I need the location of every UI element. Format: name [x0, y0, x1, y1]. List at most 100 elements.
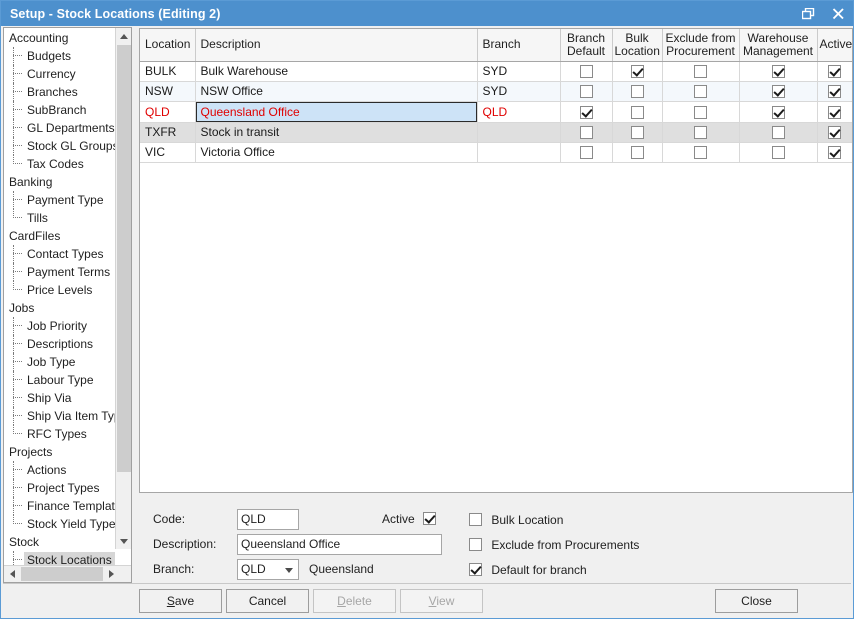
cell-description[interactable]: Queensland Office: [195, 101, 477, 122]
exclude-from-procurement-checkbox[interactable]: [694, 126, 707, 139]
sidebar-item-subbranch[interactable]: SubBranch: [4, 101, 115, 119]
sidebar-item-currency[interactable]: Currency: [4, 65, 115, 83]
cell-warehouse-management[interactable]: [739, 101, 817, 122]
cell-active[interactable]: [817, 81, 852, 101]
sidebar-horizontal-scroll-thumb[interactable]: [21, 567, 103, 581]
column-header-branch-default[interactable]: Branch Default: [560, 29, 612, 61]
sidebar-item-ship-via-item-types[interactable]: Ship Via Item Types: [4, 407, 115, 425]
setup-tree[interactable]: AccountingBudgetsCurrencyBranchesSubBran…: [4, 28, 115, 566]
cell-active[interactable]: [817, 101, 852, 122]
cell-branch[interactable]: QLD: [477, 101, 560, 122]
cell-bulk-location[interactable]: [612, 142, 662, 162]
sidebar-item-accounting[interactable]: Accounting: [4, 29, 115, 47]
cell-exclude-from-procurement[interactable]: [662, 61, 739, 81]
table-row[interactable]: BULKBulk WarehouseSYD: [140, 61, 852, 81]
cell-active[interactable]: [817, 142, 852, 162]
sidebar-vertical-scrollbar[interactable]: [115, 28, 131, 549]
exclude-from-procurements-checkbox-row[interactable]: Exclude from Procurements: [469, 536, 639, 553]
cell-description[interactable]: Victoria Office: [195, 142, 477, 162]
sidebar-item-project-types[interactable]: Project Types: [4, 479, 115, 497]
warehouse-management-checkbox[interactable]: [772, 65, 785, 78]
column-header-description[interactable]: Description: [195, 29, 477, 61]
active-checkbox[interactable]: [423, 512, 436, 525]
sidebar-item-finance-templates[interactable]: Finance Templates: [4, 497, 115, 515]
sidebar-item-rfc-types[interactable]: RFC Types: [4, 425, 115, 443]
close-icon[interactable]: [823, 1, 853, 26]
sidebar-item-projects[interactable]: Projects: [4, 443, 115, 461]
table-row[interactable]: NSWNSW OfficeSYD: [140, 81, 852, 101]
cell-exclude-from-procurement[interactable]: [662, 81, 739, 101]
sidebar-item-contact-types[interactable]: Contact Types: [4, 245, 115, 263]
cell-branch[interactable]: SYD: [477, 61, 560, 81]
warehouse-management-checkbox[interactable]: [772, 106, 785, 119]
cell-warehouse-management[interactable]: [739, 142, 817, 162]
cell-branch-default[interactable]: [560, 142, 612, 162]
exclude-from-procurement-checkbox[interactable]: [694, 106, 707, 119]
sidebar-item-banking[interactable]: Banking: [4, 173, 115, 191]
bulk-location-checkbox-row[interactable]: Bulk Location: [469, 511, 563, 528]
cell-branch[interactable]: [477, 142, 560, 162]
stock-locations-grid[interactable]: Location Description Branch Branch Defau…: [139, 28, 853, 493]
active-checkbox[interactable]: [828, 106, 841, 119]
sidebar-item-payment-terms[interactable]: Payment Terms: [4, 263, 115, 281]
cell-warehouse-management[interactable]: [739, 122, 817, 142]
scroll-left-arrow-icon[interactable]: [4, 566, 20, 582]
default-for-branch-checkbox-row[interactable]: Default for branch: [469, 561, 587, 578]
bulk-location-checkbox[interactable]: [631, 106, 644, 119]
sidebar-item-labour-type[interactable]: Labour Type: [4, 371, 115, 389]
cancel-button[interactable]: Cancel: [226, 589, 309, 613]
cell-bulk-location[interactable]: [612, 122, 662, 142]
cell-branch-default[interactable]: [560, 101, 612, 122]
sidebar-item-stock[interactable]: Stock: [4, 533, 115, 551]
cell-description[interactable]: Stock in transit: [195, 122, 477, 142]
column-header-active[interactable]: Active: [817, 29, 852, 61]
cell-exclude-from-procurement[interactable]: [662, 142, 739, 162]
column-header-location[interactable]: Location: [140, 29, 195, 61]
active-checkbox[interactable]: [828, 146, 841, 159]
sidebar-item-tills[interactable]: Tills: [4, 209, 115, 227]
sidebar-item-tax-codes[interactable]: Tax Codes: [4, 155, 115, 173]
sidebar-item-job-type[interactable]: Job Type: [4, 353, 115, 371]
bulk-location-checkbox[interactable]: [631, 126, 644, 139]
default-for-branch-checkbox[interactable]: [469, 563, 482, 576]
branch-default-checkbox[interactable]: [580, 85, 593, 98]
sidebar-item-price-levels[interactable]: Price Levels: [4, 281, 115, 299]
sidebar-item-stock-yield-types[interactable]: Stock Yield Types: [4, 515, 115, 533]
column-header-warehouse-management[interactable]: Warehouse Management: [739, 29, 817, 61]
close-button[interactable]: Close: [715, 589, 798, 613]
sidebar-item-descriptions[interactable]: Descriptions: [4, 335, 115, 353]
cell-bulk-location[interactable]: [612, 81, 662, 101]
column-header-branch[interactable]: Branch: [477, 29, 560, 61]
cell-branch[interactable]: SYD: [477, 81, 560, 101]
exclude-from-procurement-checkbox[interactable]: [694, 146, 707, 159]
cell-bulk-location[interactable]: [612, 61, 662, 81]
active-checkbox[interactable]: [828, 85, 841, 98]
sidebar-item-cardfiles[interactable]: CardFiles: [4, 227, 115, 245]
description-field[interactable]: Queensland Office: [237, 534, 442, 555]
bulk-location-checkbox[interactable]: [631, 85, 644, 98]
table-row[interactable]: VICVictoria Office: [140, 142, 852, 162]
column-header-exclude-from-procurement[interactable]: Exclude from Procurement: [662, 29, 739, 61]
save-button[interactable]: Save: [139, 589, 222, 613]
cell-description[interactable]: NSW Office: [195, 81, 477, 101]
cell-warehouse-management[interactable]: [739, 61, 817, 81]
sidebar-item-branches[interactable]: Branches: [4, 83, 115, 101]
description-edit-cell[interactable]: Queensland Office: [196, 102, 477, 122]
sidebar-item-actions[interactable]: Actions: [4, 461, 115, 479]
sidebar-horizontal-scrollbar[interactable]: [4, 565, 131, 582]
cell-description[interactable]: Bulk Warehouse: [195, 61, 477, 81]
cell-location[interactable]: QLD: [140, 101, 195, 122]
sidebar-item-ship-via[interactable]: Ship Via: [4, 389, 115, 407]
table-row[interactable]: TXFRStock in transit: [140, 122, 852, 142]
bulk-location-checkbox[interactable]: [631, 146, 644, 159]
sidebar-item-stock-gl-groups[interactable]: Stock GL Groups: [4, 137, 115, 155]
bulk-location-checkbox[interactable]: [631, 65, 644, 78]
cell-branch[interactable]: [477, 122, 560, 142]
warehouse-management-checkbox[interactable]: [772, 85, 785, 98]
cell-exclude-from-procurement[interactable]: [662, 122, 739, 142]
sidebar-item-job-priority[interactable]: Job Priority: [4, 317, 115, 335]
active-checkbox[interactable]: [828, 65, 841, 78]
cell-branch-default[interactable]: [560, 122, 612, 142]
branch-default-checkbox[interactable]: [580, 126, 593, 139]
exclude-from-procurement-checkbox[interactable]: [694, 85, 707, 98]
